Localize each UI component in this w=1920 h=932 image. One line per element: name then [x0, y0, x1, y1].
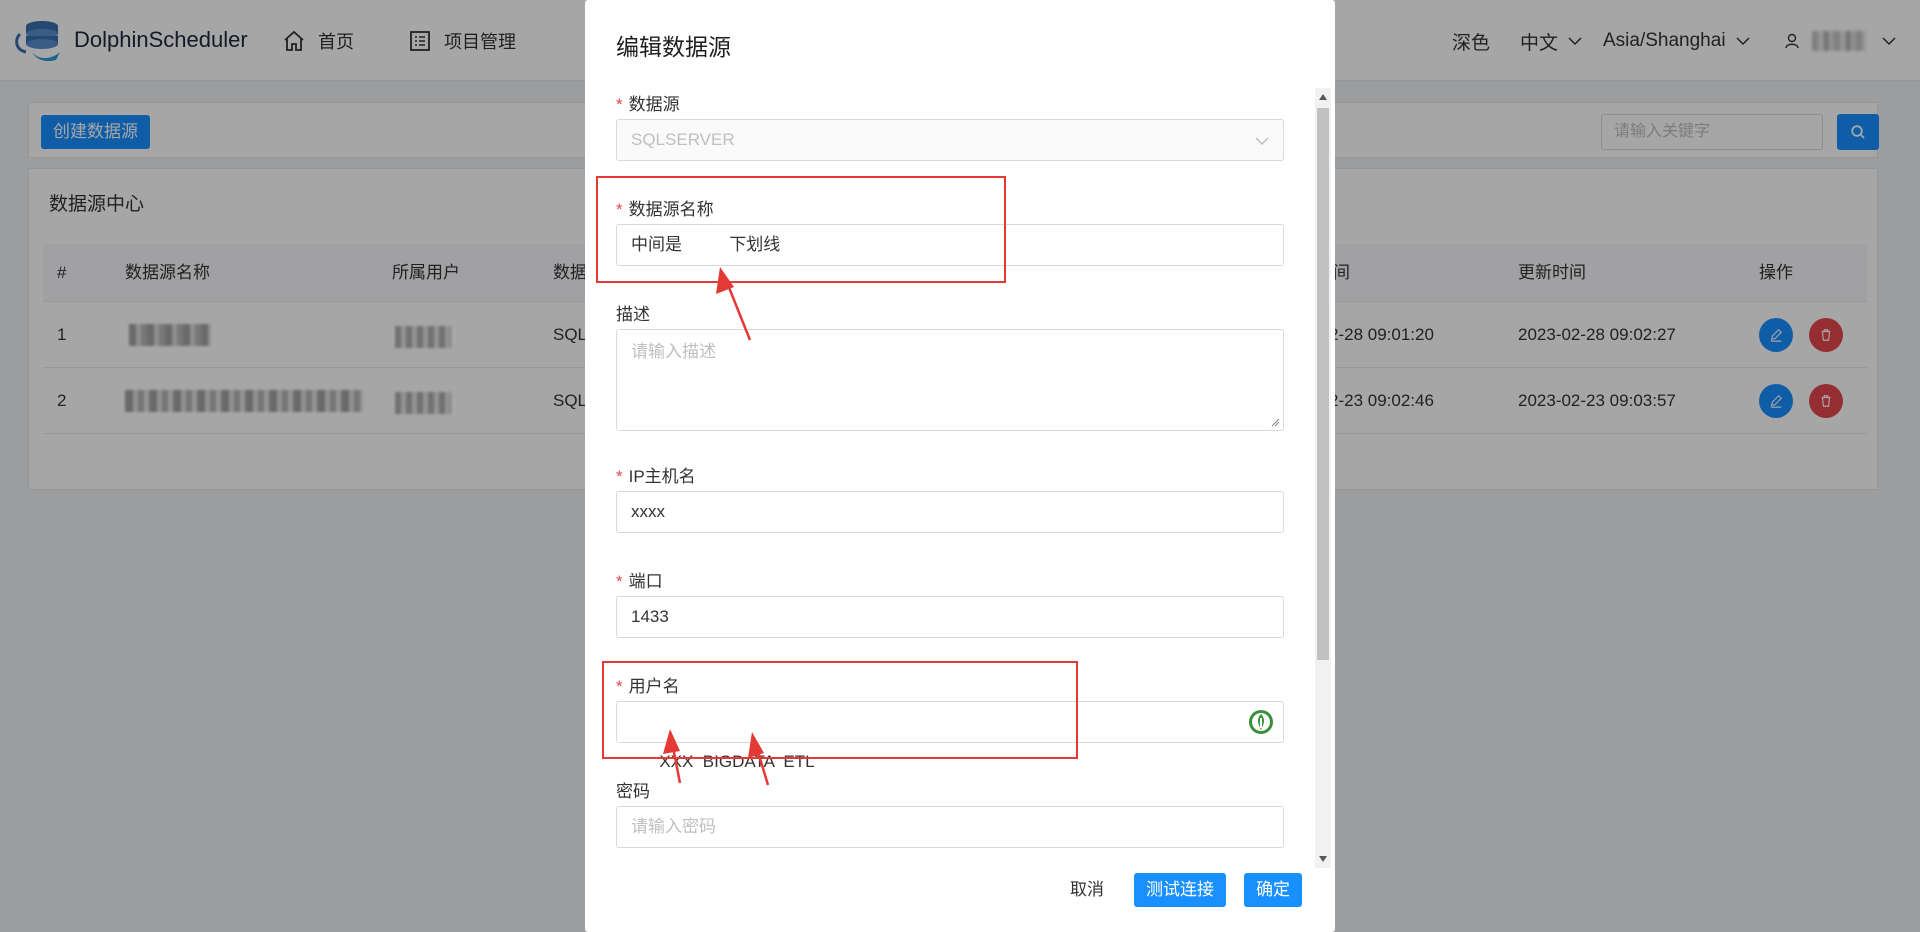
label-text: 数据源 [628, 95, 680, 114]
host-label: * IP主机名 [616, 462, 696, 487]
password-label: 密码 [616, 782, 650, 801]
chevron-down-icon [1255, 137, 1269, 146]
required-mark: * [616, 95, 623, 114]
label-text: IP主机名 [628, 467, 696, 486]
confirm-button[interactable]: 确定 [1244, 873, 1302, 907]
required-mark: * [616, 467, 623, 486]
placeholder-text: 请输入描述 [631, 342, 716, 361]
edit-datasource-modal: 编辑数据源 * 数据源 SQLSERVER * 数据源名称 中间是 下划线 描述 请… [585, 0, 1335, 932]
required-mark: * [616, 572, 623, 591]
cancel-button[interactable]: 取消 [1058, 873, 1116, 907]
description-label: 描述 [616, 305, 650, 324]
label-text: 端口 [628, 572, 663, 591]
datasource-type-select[interactable]: SQLSERVER [616, 119, 1284, 161]
highlight-box-username [602, 661, 1078, 759]
port-label: * 端口 [616, 567, 663, 592]
description-textarea[interactable]: 请输入描述 [616, 329, 1284, 431]
highlight-box-name [596, 176, 1006, 283]
test-connection-button[interactable]: 测试连接 [1134, 873, 1226, 907]
port-input[interactable]: 1433 [616, 596, 1284, 638]
select-value: SQLSERVER [631, 130, 735, 149]
scroll-thumb[interactable] [1317, 108, 1329, 660]
scroll-up-arrow[interactable] [1319, 94, 1327, 100]
modal-scrollbar[interactable] [1315, 88, 1331, 868]
host-input[interactable]: xxxx [616, 491, 1284, 533]
datasource-type-label: * 数据源 [616, 90, 680, 115]
modal-title: 编辑数据源 [616, 34, 731, 60]
scroll-down-arrow[interactable] [1319, 856, 1327, 862]
resize-handle-icon[interactable] [1270, 417, 1280, 427]
password-manager-icon[interactable] [1247, 708, 1275, 736]
password-input[interactable]: 请输入密码 [616, 806, 1284, 848]
